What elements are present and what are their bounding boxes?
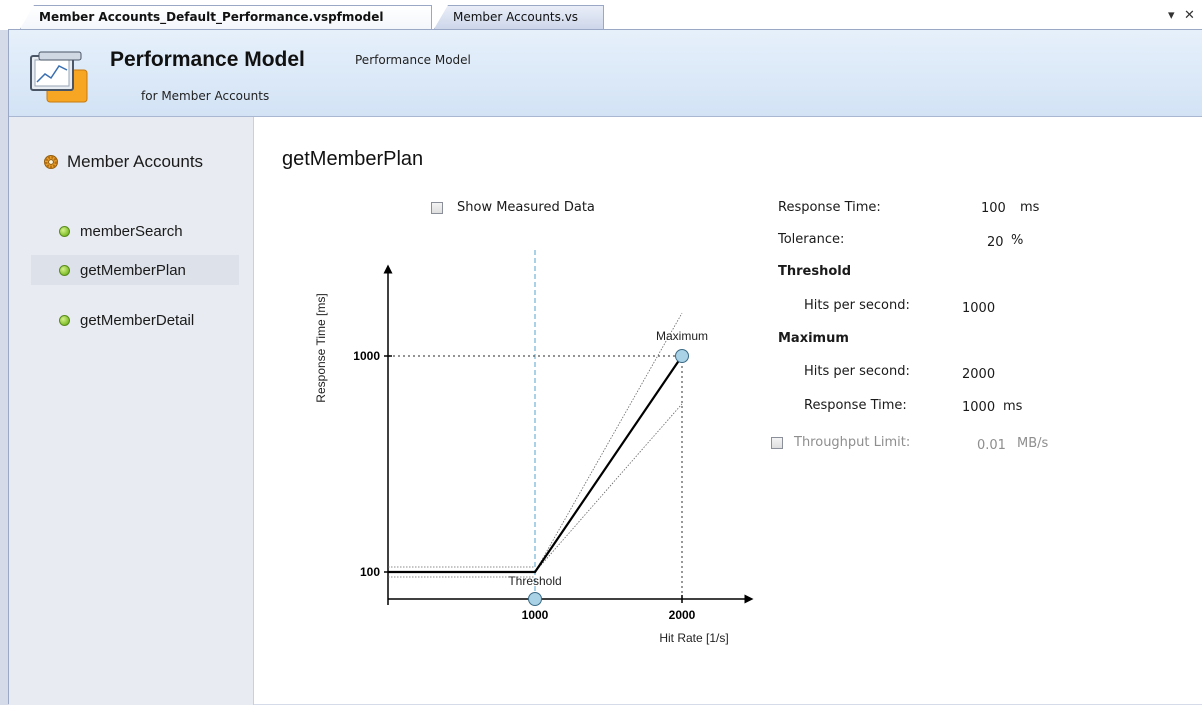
sidebar-item-getmemberplan[interactable]: getMemberPlan bbox=[31, 255, 239, 285]
maximum-response-unit: ms bbox=[1003, 399, 1023, 414]
maximum-annotation: Maximum bbox=[656, 329, 708, 343]
gear-icon bbox=[44, 155, 58, 169]
page-title: Performance Model bbox=[110, 48, 305, 71]
tab-performance-model[interactable]: Member Accounts_Default_Performance.vspf… bbox=[20, 5, 432, 29]
maximum-heading: Maximum bbox=[778, 331, 849, 346]
show-measured-data-label: Show Measured Data bbox=[457, 200, 595, 215]
tolerance-lower-slope bbox=[534, 403, 683, 573]
operation-title: getMemberPlan bbox=[282, 148, 424, 170]
sidebar-item-label: getMemberPlan bbox=[80, 261, 186, 279]
response-time-label: Response Time: bbox=[778, 200, 881, 215]
tab-dropdown-icon[interactable]: ▾ bbox=[1168, 8, 1175, 23]
sidebar-item-getmemberdetail[interactable]: getMemberDetail bbox=[31, 305, 239, 335]
maximum-hits-label: Hits per second: bbox=[804, 364, 910, 379]
response-time-value[interactable]: 100 bbox=[981, 201, 1006, 216]
maximum-marker bbox=[675, 349, 689, 363]
throughput-limit-value[interactable]: 0.01 bbox=[977, 438, 1006, 453]
threshold-heading: Threshold bbox=[778, 264, 852, 279]
status-dot-icon bbox=[59, 264, 70, 276]
sidebar-root-member-accounts[interactable]: Member Accounts bbox=[43, 152, 203, 172]
threshold-marker bbox=[528, 592, 542, 606]
throughput-limit-checkbox[interactable]: Throughput Limit: bbox=[771, 435, 910, 450]
tolerance-upper-slope bbox=[534, 312, 683, 573]
model-scope-label: for Member Accounts bbox=[141, 89, 270, 103]
document-pane: Performance Model Performance Model for … bbox=[8, 29, 1202, 705]
threshold-annotation: Threshold bbox=[508, 574, 561, 588]
model-header: Performance Model Performance Model for … bbox=[9, 30, 1202, 117]
show-measured-data-checkbox[interactable]: Show Measured Data bbox=[431, 200, 595, 215]
tolerance-value[interactable]: 20 bbox=[987, 235, 1004, 250]
document-tab-strip: Member Accounts_Default_Performance.vspf… bbox=[0, 0, 1202, 30]
maximum-response-label: Response Time: bbox=[804, 398, 907, 413]
threshold-hits-value[interactable]: 1000 bbox=[962, 301, 995, 316]
tab-member-accounts-vs[interactable]: Member Accounts.vs bbox=[434, 5, 604, 29]
response-time-unit: ms bbox=[1020, 200, 1040, 215]
threshold-hits-label: Hits per second: bbox=[804, 298, 910, 313]
page-subtitle: Performance Model bbox=[355, 53, 471, 67]
x-tick-label: 1000 bbox=[522, 608, 549, 622]
sidebar-root-label: Member Accounts bbox=[67, 152, 204, 171]
tolerance-unit: % bbox=[1011, 233, 1024, 248]
sidebar-item-label: memberSearch bbox=[80, 222, 183, 240]
status-dot-icon bbox=[59, 225, 70, 237]
maximum-response-value[interactable]: 1000 bbox=[962, 400, 995, 415]
throughput-limit-label: Throughput Limit: bbox=[794, 435, 911, 450]
tolerance-label: Tolerance: bbox=[778, 232, 845, 247]
performance-model-icon bbox=[30, 51, 88, 103]
x-tick-label: 2000 bbox=[669, 608, 696, 622]
maximum-hits-value[interactable]: 2000 bbox=[962, 367, 995, 382]
close-icon[interactable]: ✕ bbox=[1184, 8, 1195, 23]
sidebar-item-label: getMemberDetail bbox=[80, 311, 195, 329]
performance-chart: Response Time [ms] 100 1000 1000 2000 Thresh… bbox=[314, 247, 754, 645]
operations-sidebar: Member Accounts memberSearch getMemberPl… bbox=[9, 117, 254, 705]
checkbox-box[interactable] bbox=[431, 201, 443, 214]
y-tick-label: 100 bbox=[360, 565, 380, 579]
throughput-limit-unit: MB/s bbox=[1017, 436, 1049, 451]
y-axis-label: Response Time [ms] bbox=[314, 293, 328, 402]
y-tick-label: 1000 bbox=[353, 349, 380, 363]
status-dot-icon bbox=[59, 314, 70, 326]
checkbox-box[interactable] bbox=[771, 436, 783, 449]
x-axis-label: Hit Rate [1/s] bbox=[659, 631, 728, 645]
sidebar-item-membersearch[interactable]: memberSearch bbox=[31, 216, 239, 246]
